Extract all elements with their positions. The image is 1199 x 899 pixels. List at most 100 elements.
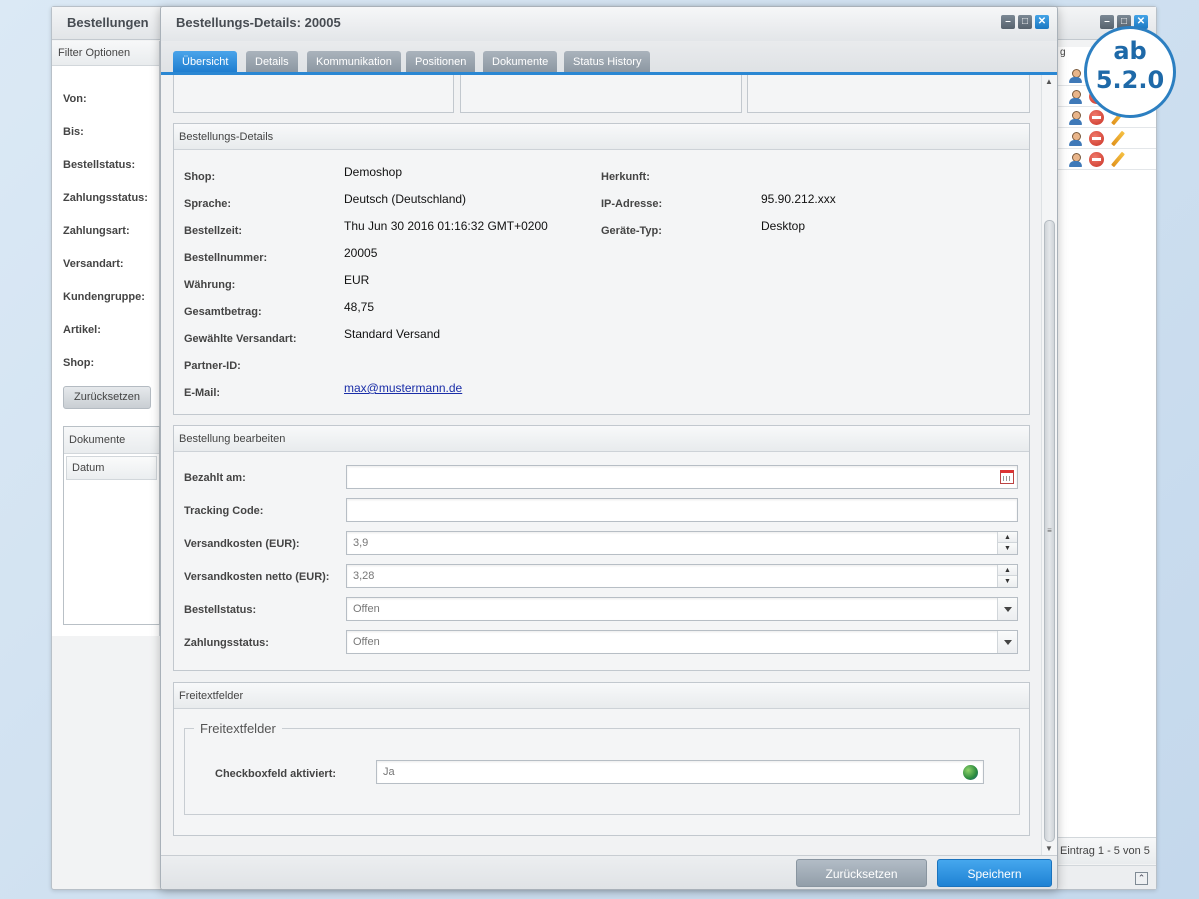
dropdown-trigger[interactable] — [997, 598, 1017, 620]
filter-payment-method-label: Zahlungsart: — [63, 225, 130, 237]
calendar-icon[interactable] — [1000, 470, 1014, 484]
chevron-down-icon — [1004, 607, 1012, 612]
shop-label: Shop: — [184, 171, 216, 183]
filter-to-label: Bis: — [63, 126, 84, 138]
scroll-down-icon[interactable]: ▼ — [1045, 844, 1053, 853]
maximize-icon[interactable]: □ — [1018, 15, 1032, 29]
overview-top-box-1 — [173, 75, 454, 113]
customer-icon[interactable] — [1068, 110, 1083, 125]
filter-customer-group-label: Kundengruppe: — [63, 291, 145, 303]
version-badge-number: 5.2.0 — [1095, 66, 1165, 94]
shipping-cost-net-value: 3,28 — [353, 570, 375, 582]
filter-reset-button[interactable]: Zurücksetzen — [63, 386, 151, 409]
filter-article-label: Artikel: — [63, 324, 101, 336]
version-badge-prefix: ab — [1113, 37, 1147, 65]
order-number-value: 20005 — [344, 246, 378, 260]
free-text-panel-title: Freitextfelder — [174, 683, 1029, 709]
shipping-cost-field[interactable]: 3,9 ▲ ▼ — [346, 531, 1018, 555]
order-status-label: Bestellstatus: — [184, 604, 257, 616]
order-status-select[interactable]: Offen — [346, 597, 1018, 621]
globe-icon[interactable] — [963, 765, 978, 780]
documents-panel-title: Dokumente — [64, 427, 159, 454]
payment-status-label: Zahlungsstatus: — [184, 637, 269, 649]
order-time-label: Bestellzeit: — [184, 225, 243, 237]
paging-info: Eintrag 1 - 5 von 5 — [1058, 837, 1156, 864]
filter-panel: Filter Optionen Von: Bis: Bestellstatus:… — [52, 41, 160, 636]
filter-order-status-label: Bestellstatus: — [63, 159, 136, 171]
shipping-method-value: Standard Versand — [344, 327, 441, 341]
order-status-value: Offen — [353, 603, 380, 615]
minimize-icon[interactable]: – — [1100, 15, 1114, 29]
currency-label: Währung: — [184, 279, 236, 291]
vertical-scrollbar[interactable]: ▲ ≡ ▼ — [1041, 75, 1057, 855]
tab-bar: Übersicht Details Kommunikation Position… — [161, 41, 1057, 75]
free-text-panel: Freitextfelder Freitextfelder Checkboxfe… — [173, 682, 1030, 836]
spin-down-icon[interactable]: ▼ — [997, 576, 1017, 587]
partner-id-label: Partner-ID: — [184, 360, 241, 372]
spin-down-icon[interactable]: ▼ — [997, 543, 1017, 554]
filter-from-label: Von: — [63, 93, 87, 105]
tab-details[interactable]: Details — [246, 51, 298, 72]
shipping-cost-value: 3,9 — [353, 537, 369, 549]
spin-up-icon[interactable]: ▲ — [997, 565, 1017, 576]
total-label: Gesamtbetrag: — [184, 306, 262, 318]
device-type-label: Geräte-Typ: — [601, 225, 662, 237]
scrollbar-thumb[interactable]: ≡ — [1044, 220, 1055, 842]
shipping-cost-label: Versandkosten (EUR): — [184, 538, 300, 550]
overview-content: Bestellungs-Details Shop: Demoshop Sprac… — [161, 75, 1041, 855]
shop-value: Demoshop — [344, 165, 403, 179]
save-button[interactable]: Speichern — [937, 859, 1052, 887]
overview-top-box-3 — [747, 75, 1030, 113]
language-label: Sprache: — [184, 198, 232, 210]
delete-icon[interactable] — [1089, 130, 1104, 146]
version-badge: ab 5.2.0 — [1084, 26, 1176, 118]
spin-up-icon[interactable]: ▲ — [997, 532, 1017, 543]
close-icon[interactable]: ✕ — [1035, 15, 1049, 29]
paid-date-label: Bezahlt am: — [184, 472, 246, 484]
edit-icon[interactable] — [1110, 152, 1125, 167]
customer-icon[interactable] — [1068, 152, 1083, 167]
ip-address-value: 95.90.212.xxx — [761, 192, 836, 206]
minimize-icon[interactable]: – — [1001, 15, 1015, 29]
filter-shop-label: Shop: — [63, 357, 95, 369]
order-number-label: Bestellnummer: — [184, 252, 268, 264]
tab-overview[interactable]: Übersicht — [173, 51, 238, 72]
tracking-code-label: Tracking Code: — [184, 505, 264, 517]
documents-date-column[interactable]: Datum — [66, 456, 157, 480]
shipping-cost-net-field[interactable]: 3,28 ▲ ▼ — [346, 564, 1018, 588]
email-label: E-Mail: — [184, 387, 221, 399]
delete-icon[interactable] — [1089, 109, 1104, 125]
tab-communication[interactable]: Kommunikation — [307, 51, 401, 72]
scroll-up-icon[interactable]: ▲ — [1045, 77, 1053, 86]
documents-panel: Dokumente Datum — [63, 426, 160, 625]
total-value: 48,75 — [344, 300, 375, 314]
paid-date-field[interactable] — [346, 465, 1018, 489]
order-details-dialog: Bestellungs-Details: 20005 – □ ✕ Übersic… — [160, 6, 1058, 890]
tracking-code-field[interactable] — [346, 498, 1018, 522]
email-value: max@mustermann.de — [344, 381, 462, 395]
checkbox-field-label: Checkboxfeld aktiviert: — [215, 768, 337, 780]
table-row[interactable] — [1058, 149, 1156, 170]
orders-list-toolbar: ⌃ — [1058, 865, 1156, 889]
delete-icon[interactable] — [1089, 151, 1104, 167]
dialog-window-controls: – □ ✕ — [1001, 15, 1049, 29]
filter-shipping-label: Versandart: — [63, 258, 124, 270]
reset-button[interactable]: Zurücksetzen — [796, 859, 927, 887]
currency-value: EUR — [344, 273, 370, 287]
device-type-value: Desktop — [761, 219, 806, 233]
tab-positions[interactable]: Positionen — [406, 51, 476, 72]
customer-icon[interactable] — [1068, 68, 1083, 83]
checkbox-field-input[interactable]: Ja — [376, 760, 984, 784]
customer-icon[interactable] — [1068, 89, 1083, 104]
dropdown-trigger[interactable] — [997, 631, 1017, 653]
tab-documents[interactable]: Dokumente — [483, 51, 558, 72]
order-time-value: Thu Jun 30 2016 01:16:32 GMT+0200 — [344, 219, 548, 233]
tab-status-history[interactable]: Status History — [564, 51, 651, 72]
edit-icon[interactable] — [1110, 131, 1125, 146]
customer-icon[interactable] — [1068, 131, 1083, 146]
expand-icon[interactable]: ⌃ — [1135, 872, 1148, 885]
table-row[interactable] — [1058, 128, 1156, 149]
shipping-cost-net-label: Versandkosten netto (EUR): — [184, 571, 330, 583]
email-link[interactable]: max@mustermann.de — [344, 381, 462, 395]
payment-status-select[interactable]: Offen — [346, 630, 1018, 654]
